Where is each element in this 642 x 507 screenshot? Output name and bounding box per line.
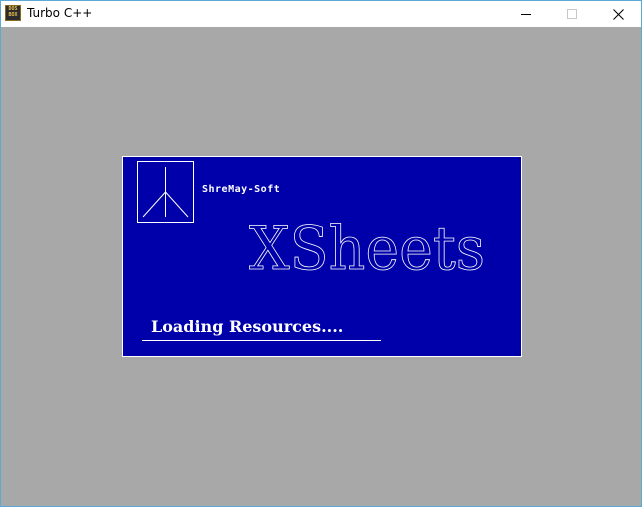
close-button[interactable]	[595, 1, 641, 27]
tripod-logo-icon	[137, 161, 194, 223]
minimize-icon	[521, 14, 531, 15]
window-title: Turbo C++	[27, 6, 93, 20]
splash-panel: ShreMay-Soft XSheets Loading Resources..…	[122, 156, 522, 357]
minimize-button[interactable]	[503, 1, 549, 27]
icon-text-box: BOX	[8, 12, 18, 18]
loading-status: Loading Resources....	[151, 317, 344, 336]
dosbox-window: DOS BOX Turbo C++ ShreMay-Soft XSheets L…	[0, 0, 642, 507]
title-bar[interactable]: DOS BOX Turbo C++	[1, 1, 641, 27]
maximize-button[interactable]	[549, 1, 595, 27]
product-title-text: XSheets	[249, 214, 485, 281]
dos-screen[interactable]: ShreMay-Soft XSheets Loading Resources..…	[1, 27, 641, 506]
loading-underline	[142, 340, 381, 341]
brand-name: ShreMay-Soft	[202, 184, 281, 195]
product-title: XSheets	[249, 214, 485, 281]
close-icon	[612, 8, 624, 20]
dosbox-icon[interactable]: DOS BOX	[5, 5, 21, 21]
maximize-icon	[567, 9, 577, 19]
